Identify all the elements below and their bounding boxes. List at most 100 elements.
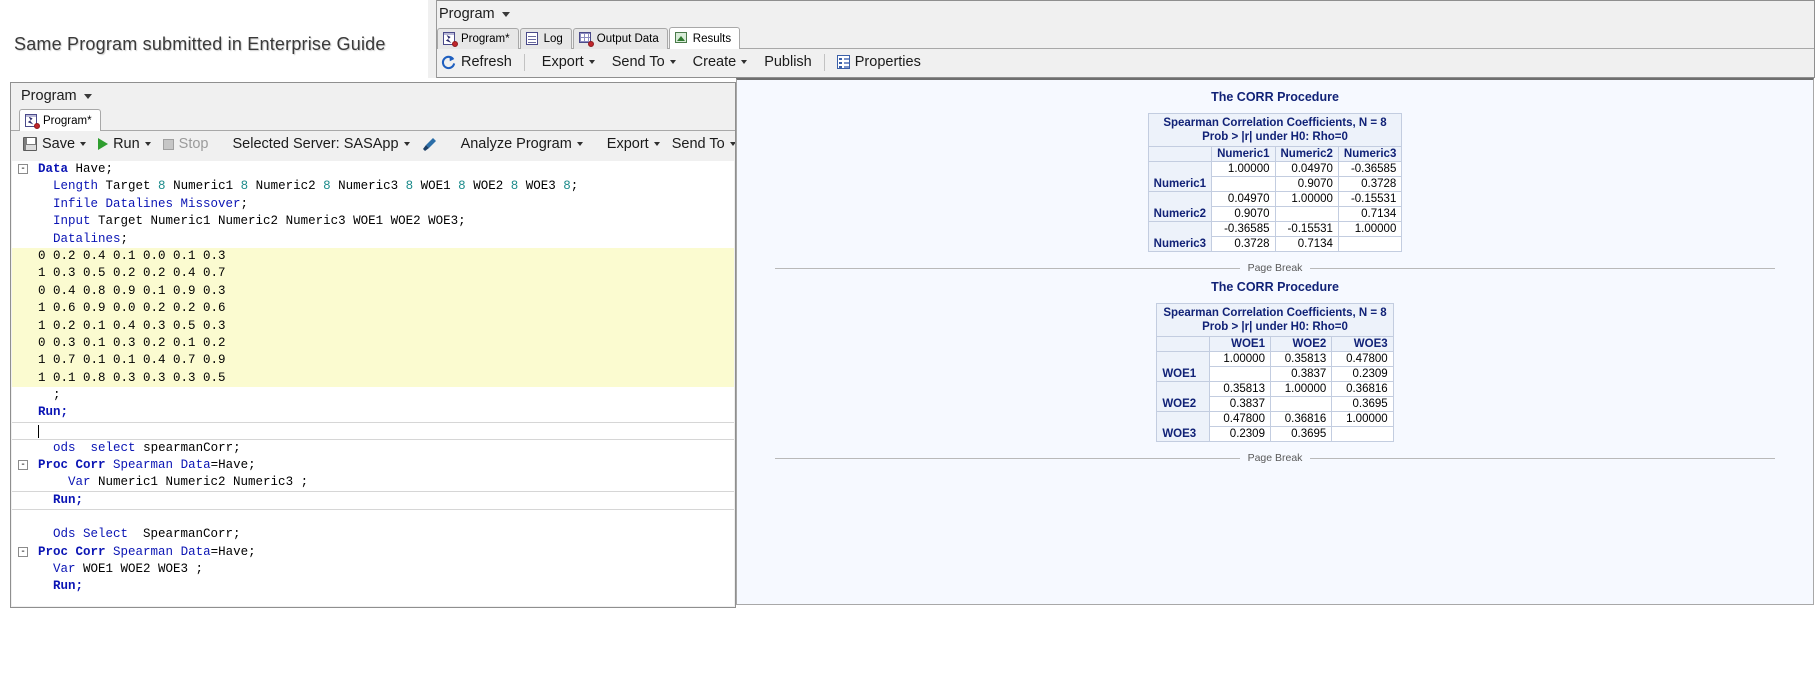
program-toolbar: Save Run Stop Selected Server: SASApp — [11, 131, 735, 157]
code-line[interactable]: 1 0.1 0.8 0.3 0.3 0.3 0.5 — [12, 370, 734, 387]
code-token — [38, 475, 68, 489]
results-window-titlebar[interactable]: Program — [429, 1, 1814, 27]
tab-label: Output Data — [597, 33, 659, 45]
code-line[interactable]: 1 0.7 0.1 0.1 0.4 0.7 0.9 — [12, 352, 734, 369]
code-line[interactable]: -Proc Corr Spearman Data=Have; — [12, 457, 734, 474]
correlation-table: Spearman Correlation Coefficients, N = 8… — [1148, 113, 1403, 252]
fold-collapse-icon[interactable]: - — [18, 164, 28, 174]
toolbar-item-label: Publish — [764, 54, 812, 70]
refresh-icon — [441, 55, 456, 70]
code-line[interactable]: Var Numeric1 Numeric2 Numeric3 ; — [12, 474, 734, 491]
export-button[interactable]: Export — [601, 132, 666, 156]
code-line[interactable]: 1 0.2 0.1 0.4 0.3 0.5 0.3 — [12, 318, 734, 335]
row-header: WOE2 — [1157, 382, 1209, 412]
column-header: WOE2 — [1270, 337, 1331, 352]
publish-button[interactable]: Publish — [753, 50, 818, 74]
send-to-button[interactable]: Send To — [601, 50, 682, 74]
code-line[interactable]: Var WOE1 WOE2 WOE3 ; — [12, 561, 734, 578]
clear-formatting-button[interactable] — [416, 132, 443, 156]
code-line[interactable]: 0 0.2 0.4 0.1 0.0 0.1 0.3 — [12, 248, 734, 265]
code-line[interactable]: -Proc Corr Spearman Data=Have; — [12, 544, 734, 561]
chevron-down-icon[interactable] — [404, 142, 410, 146]
results-tab-output-data[interactable]: Output Data — [573, 28, 668, 49]
fold-collapse-icon[interactable]: - — [18, 547, 28, 557]
refresh-button[interactable]: Refresh — [435, 50, 518, 74]
chevron-down-icon[interactable] — [577, 142, 583, 146]
chevron-down-icon[interactable] — [502, 12, 510, 17]
code-token: Target Numeric1 Numeric2 Numeric3 WOE1 W… — [91, 214, 466, 228]
analyze-program-button[interactable]: Analyze Program — [455, 132, 589, 156]
correlation-value-cell: -0.15531 — [1338, 192, 1401, 207]
chevron-down-icon[interactable] — [84, 94, 92, 99]
create-button[interactable]: Create — [682, 50, 754, 74]
fold-collapse-icon[interactable]: - — [18, 460, 28, 470]
code-line[interactable]: Datalines; — [12, 231, 734, 248]
code-line[interactable]: -Data Have; — [12, 161, 734, 178]
code-line[interactable]: Length Target 8 Numeric1 8 Numeric2 8 Nu… — [12, 178, 734, 195]
code-line[interactable] — [12, 509, 734, 526]
code-token: Var — [68, 475, 91, 489]
run-button[interactable]: Run — [92, 132, 157, 156]
code-token — [38, 197, 53, 211]
table-row: WOE20.358131.000000.36816 — [1157, 382, 1393, 397]
screenshot-root: Same Program submitted in Enterprise Gui… — [0, 0, 1815, 680]
code-line[interactable]: Ods Select SpearmanCorr; — [12, 526, 734, 543]
program-window-titlebar[interactable]: Program — [11, 83, 735, 109]
code-token: select — [91, 441, 136, 455]
code-editor[interactable]: -Data Have; Length Target 8 Numeric1 8 N… — [12, 161, 734, 606]
selected-server-button[interactable]: Selected Server: SASApp — [227, 132, 416, 156]
toolbar-separator — [824, 54, 825, 71]
results-tab-log[interactable]: Log — [520, 28, 572, 49]
code-token — [38, 562, 53, 576]
log-document-icon — [526, 32, 540, 46]
page-break-rule — [1310, 268, 1775, 269]
code-token: 1 0.3 0.5 0.2 0.2 0.4 0.7 — [38, 266, 226, 280]
program-tab-program[interactable]: Program* — [19, 109, 101, 131]
code-token — [38, 493, 53, 507]
chevron-down-icon[interactable] — [730, 142, 735, 146]
code-line[interactable]: Input Target Numeric1 Numeric2 Numeric3 … — [12, 213, 734, 230]
code-token: 0 0.3 0.1 0.3 0.2 0.1 0.2 — [38, 336, 226, 350]
send-to-button[interactable]: Send To — [666, 132, 735, 156]
code-token: Ods Select — [53, 527, 128, 541]
program-tabstrip: Program* — [11, 109, 735, 131]
page-break-label: Page Break — [1248, 452, 1303, 464]
code-token: Length — [53, 179, 98, 193]
code-line[interactable]: 0 0.3 0.1 0.3 0.2 0.1 0.2 — [12, 335, 734, 352]
code-line[interactable]: Run; — [12, 578, 734, 595]
code-token: 8 — [241, 179, 249, 193]
results-tab-program[interactable]: Program* — [437, 28, 519, 49]
code-body[interactable]: -Data Have; Length Target 8 Numeric1 8 N… — [12, 161, 734, 596]
results-tab-results[interactable]: Results — [669, 27, 740, 49]
code-line[interactable]: 1 0.6 0.9 0.0 0.2 0.2 0.6 — [12, 300, 734, 317]
code-line[interactable]: 1 0.3 0.5 0.2 0.2 0.4 0.7 — [12, 265, 734, 282]
code-line[interactable] — [12, 422, 734, 439]
page-break: Page Break — [775, 452, 1775, 464]
chevron-down-icon[interactable] — [670, 60, 676, 64]
properties-button[interactable]: Properties — [831, 50, 927, 74]
chevron-down-icon[interactable] — [80, 142, 86, 146]
code-token — [173, 545, 181, 559]
correlation-table-wrapper: Spearman Correlation Coefficients, N = 8… — [737, 303, 1813, 442]
code-line[interactable]: 0 0.4 0.8 0.9 0.1 0.9 0.3 — [12, 283, 734, 300]
code-line[interactable]: Run; — [12, 491, 734, 508]
code-line[interactable]: ; — [12, 387, 734, 404]
correlation-value-cell: 0.47800 — [1332, 352, 1393, 367]
code-line[interactable]: Run; — [12, 404, 734, 421]
chevron-down-icon[interactable] — [589, 60, 595, 64]
results-content-pane[interactable]: The CORR ProcedureSpearman Correlation C… — [736, 78, 1814, 605]
table-title-line2: Prob > |r| under H0: Rho=0 — [1155, 130, 1396, 144]
code-token — [38, 214, 53, 228]
export-button[interactable]: Export — [531, 50, 601, 74]
table-row: Numeric11.000000.04970-0.36585 — [1148, 162, 1402, 177]
save-button[interactable]: Save — [17, 132, 92, 156]
run-label: Run — [113, 136, 140, 152]
code-line[interactable]: ods select spearmanCorr; — [12, 439, 734, 456]
code-token: ; — [121, 232, 129, 246]
code-token: Have; — [68, 162, 113, 176]
chevron-down-icon[interactable] — [741, 60, 747, 64]
chevron-down-icon[interactable] — [145, 142, 151, 146]
code-line[interactable]: Infile Datalines Missover; — [12, 196, 734, 213]
chevron-down-icon[interactable] — [654, 142, 660, 146]
results-toolbar: Refresh ExportSend ToCreate Publish Propert… — [429, 49, 1814, 75]
